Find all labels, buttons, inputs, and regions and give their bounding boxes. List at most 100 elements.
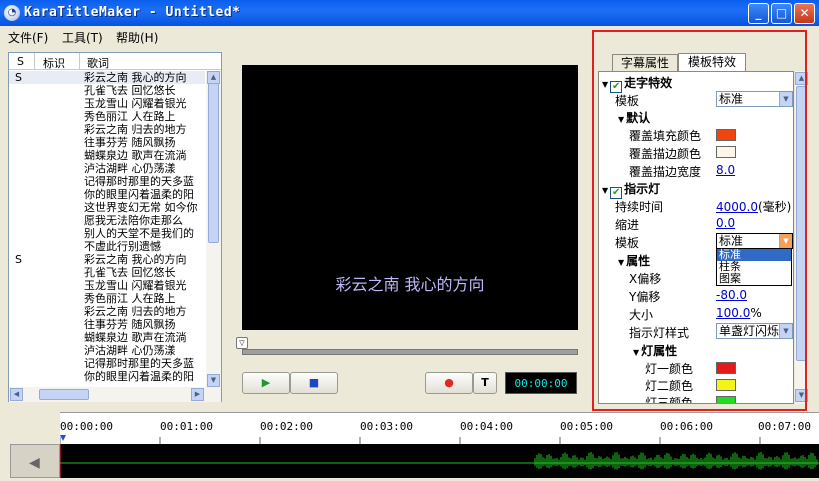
- indicator-group[interactable]: ▼ ✔ 指示灯: [602, 180, 660, 199]
- lyric-row[interactable]: 孔雀飞去 回忆悠长: [9, 266, 205, 279]
- template-select-value: 标准: [719, 92, 744, 106]
- indent-value[interactable]: 0.0: [716, 216, 735, 230]
- template-effects-panel: ▼ ✔ 走字特效 模板 标准 ▼ ▼ 默认 覆盖填充颜色 覆盖描边颜色 覆盖描边宽度 …: [598, 71, 794, 404]
- audio-waveform[interactable]: [59, 444, 819, 478]
- attr-group[interactable]: ▼ 属性: [618, 252, 650, 269]
- scroll-up-icon[interactable]: ▲: [795, 72, 808, 85]
- close-button[interactable]: ✕: [794, 3, 815, 24]
- lyric-row[interactable]: 往事芬芳 随风飘扬: [9, 136, 205, 149]
- col-header-marker[interactable]: 标识: [43, 55, 65, 71]
- properties-scroll-thumb[interactable]: [796, 86, 807, 361]
- lyric-row-text: 不虚此行别遗憾: [84, 240, 161, 253]
- minimize-button[interactable]: _: [748, 3, 769, 24]
- default-group[interactable]: ▼ 默认: [618, 109, 650, 126]
- col-header-lyric[interactable]: 歌词: [87, 55, 109, 71]
- size-field[interactable]: 100.0%: [716, 306, 762, 320]
- light1-color-swatch[interactable]: [716, 362, 736, 374]
- maximize-button[interactable]: □: [771, 3, 792, 24]
- menu-help[interactable]: 帮助(H): [116, 29, 158, 46]
- lyric-row-s: S: [15, 71, 22, 84]
- chevron-down-icon[interactable]: ▼: [779, 92, 792, 106]
- lyric-row[interactable]: 玉龙雪山 闪耀着银光: [9, 97, 205, 110]
- lyric-row[interactable]: 你的眼里闪着温柔的阳: [9, 370, 205, 383]
- lyric-row[interactable]: 秀色丽江 人在路上: [9, 292, 205, 305]
- position-slider-thumb[interactable]: ▽: [236, 337, 248, 349]
- light2-label: 灯二颜色: [645, 379, 694, 393]
- indicator-template-select[interactable]: 标准 ▼: [716, 233, 793, 249]
- y-offset-value[interactable]: -80.0: [716, 288, 747, 302]
- expand-triangle-icon[interactable]: ▼: [602, 80, 608, 89]
- play-icon: ▶: [261, 376, 271, 389]
- col-header-s[interactable]: S: [17, 55, 24, 68]
- list-hscroll-thumb[interactable]: [39, 389, 89, 400]
- ruler-label: 00:07:00: [758, 420, 811, 433]
- playhead-marker-icon[interactable]: [60, 435, 66, 441]
- scroll-down-icon[interactable]: ▼: [207, 374, 220, 387]
- list-body: S 彩云之南 我心的方向 孔雀飞去 回忆悠长 玉龙雪山 闪耀着银光 秀色丽江 人在路上彩…: [9, 71, 205, 387]
- track-header[interactable]: ◀: [10, 444, 60, 478]
- duration-field[interactable]: 4000.0(毫秒): [716, 198, 791, 215]
- lyric-row[interactable]: 不虚此行别遗憾: [9, 240, 205, 253]
- column-divider[interactable]: [34, 53, 35, 70]
- lyric-row[interactable]: 泸沽湖畔 心仍荡漾: [9, 162, 205, 175]
- cover-fill-color-swatch[interactable]: [716, 129, 736, 141]
- position-slider-track[interactable]: [242, 349, 578, 355]
- light2-color-swatch[interactable]: [716, 379, 736, 391]
- lyric-row-text: 别人的天堂不是我们的: [84, 227, 194, 240]
- size-value[interactable]: 100.0: [716, 306, 750, 320]
- ruler-label: 00:04:00: [460, 420, 513, 433]
- lyric-row[interactable]: 彩云之南 归去的地方: [9, 123, 205, 136]
- scroll-left-icon[interactable]: ◀: [10, 388, 23, 401]
- record-icon: ●: [444, 376, 454, 389]
- list-scroll-thumb[interactable]: [208, 83, 219, 243]
- title-button[interactable]: T: [473, 372, 497, 394]
- scroll-down-icon[interactable]: ▼: [795, 389, 808, 402]
- template-select[interactable]: 标准 ▼: [716, 91, 793, 107]
- light3-color-swatch[interactable]: [716, 396, 736, 403]
- lyric-row[interactable]: 秀色丽江 人在路上: [9, 110, 205, 123]
- lyric-row[interactable]: 泸沽湖畔 心仍荡漾: [9, 344, 205, 357]
- cover-stroke-width-value[interactable]: 8.0: [716, 163, 735, 177]
- lyric-row[interactable]: 彩云之南 归去的地方: [9, 305, 205, 318]
- expand-triangle-icon[interactable]: ▼: [618, 115, 624, 124]
- lyric-row[interactable]: 别人的天堂不是我们的: [9, 227, 205, 240]
- play-button[interactable]: ▶: [242, 372, 290, 394]
- stop-button[interactable]: ■: [290, 372, 338, 394]
- scroll-right-icon[interactable]: ▶: [191, 388, 204, 401]
- indicator-style-select[interactable]: 单盏灯闪烁 ▼: [716, 323, 793, 339]
- speaker-icon: ◀: [29, 455, 40, 471]
- lyric-row[interactable]: 蝴蝶泉边 歌声在流淌: [9, 331, 205, 344]
- lyric-row-text: 彩云之南 归去的地方: [84, 305, 187, 318]
- record-button[interactable]: ●: [425, 372, 473, 394]
- lyric-row[interactable]: 孔雀飞去 回忆悠长: [9, 84, 205, 97]
- duration-value[interactable]: 4000.0: [716, 200, 758, 214]
- lyric-row[interactable]: 愿我无法陪你走那么: [9, 214, 205, 227]
- dropdown-option[interactable]: 图案: [717, 273, 791, 285]
- menu-tools[interactable]: 工具(T): [62, 29, 103, 46]
- stop-icon: ■: [308, 376, 320, 389]
- lyric-row[interactable]: 往事芬芳 随风飘扬: [9, 318, 205, 331]
- menu-file[interactable]: 文件(F): [8, 29, 48, 46]
- tab-template-effects[interactable]: 模板特效: [678, 53, 746, 71]
- lyric-row[interactable]: 记得那时那里的天多蓝: [9, 357, 205, 370]
- column-divider[interactable]: [79, 53, 80, 70]
- lyric-row[interactable]: S 彩云之南 我心的方向: [9, 253, 205, 266]
- close-icon: ✕: [799, 6, 810, 20]
- chevron-down-icon[interactable]: ▼: [779, 234, 792, 248]
- lyric-row[interactable]: 这世界变幻无常 如今你: [9, 201, 205, 214]
- cover-stroke-color-swatch[interactable]: [716, 146, 736, 158]
- expand-triangle-icon[interactable]: ▼: [618, 258, 624, 267]
- expand-triangle-icon[interactable]: ▼: [602, 186, 608, 195]
- lyric-row[interactable]: 玉龙雪山 闪耀着银光: [9, 279, 205, 292]
- app-logo-icon: ◔: [4, 5, 20, 21]
- walk-effect-group[interactable]: ▼ ✔ 走字特效: [602, 74, 672, 93]
- lyric-row[interactable]: 你的眼里闪着温柔的阳: [9, 188, 205, 201]
- tab-subtitle-properties[interactable]: 字幕属性: [612, 54, 678, 71]
- chevron-down-icon[interactable]: ▼: [779, 324, 792, 338]
- lyric-row[interactable]: S 彩云之南 我心的方向: [9, 71, 205, 84]
- lyric-row[interactable]: 记得那时那里的天多蓝: [9, 175, 205, 188]
- waveform-graphic: [59, 444, 819, 478]
- light-group[interactable]: ▼ 灯属性: [633, 342, 677, 359]
- expand-triangle-icon[interactable]: ▼: [633, 348, 639, 357]
- lyric-row[interactable]: 蝴蝶泉边 歌声在流淌: [9, 149, 205, 162]
